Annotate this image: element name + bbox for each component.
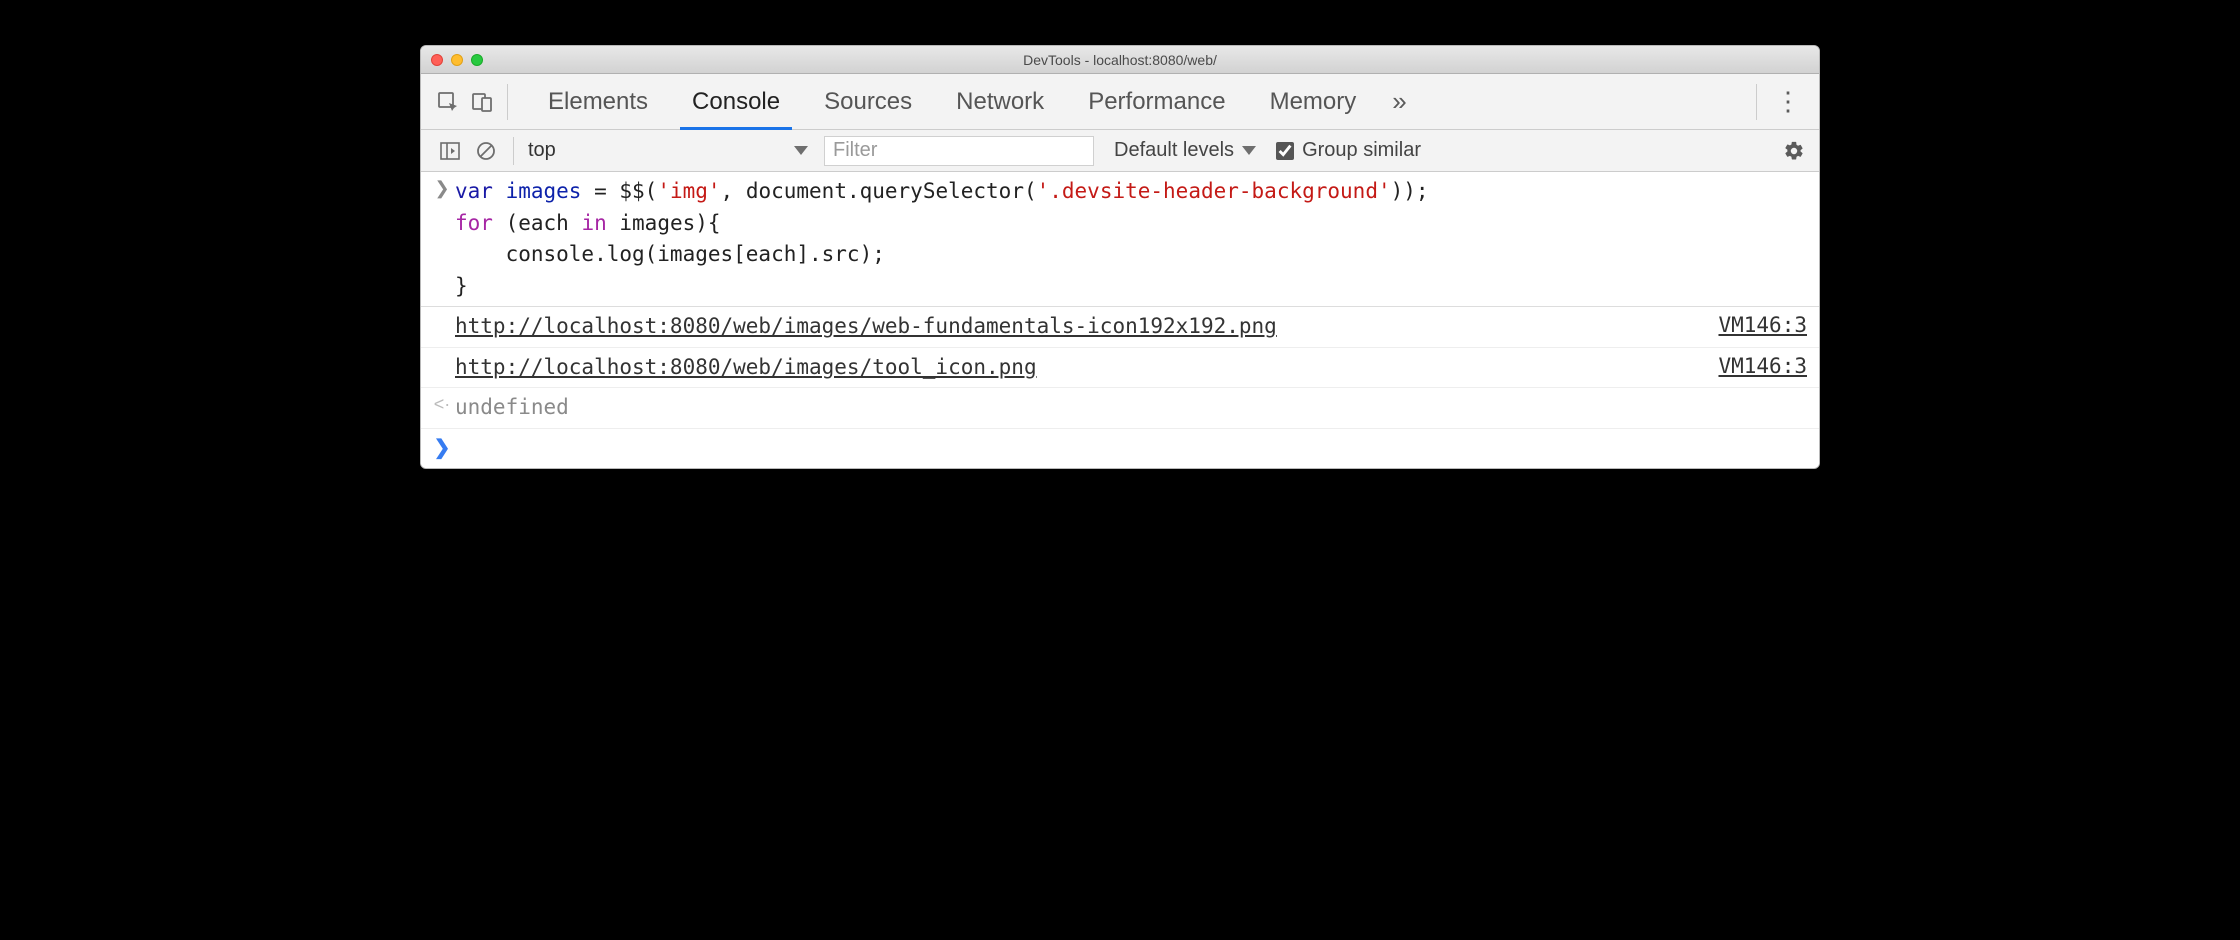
inspect-element-icon[interactable] (433, 87, 463, 117)
more-tabs-button[interactable]: » (1378, 86, 1420, 117)
console-log-row: http://localhost:8080/web/images/web-fun… (421, 307, 1819, 348)
console-input-echo: ❯ var images = $$('img', document.queryS… (421, 172, 1819, 307)
tab-console[interactable]: Console (670, 74, 802, 129)
input-marker-icon: ❯ (429, 176, 455, 199)
panel-tabs: Elements Console Sources Network Perform… (508, 74, 1421, 129)
prompt-icon: ❯ (429, 433, 455, 460)
close-window-button[interactable] (431, 54, 443, 66)
filter-input[interactable] (824, 136, 1094, 166)
toggle-sidebar-icon[interactable] (435, 136, 465, 166)
dropdown-icon (794, 146, 808, 155)
execution-context-selector[interactable]: top (518, 136, 818, 166)
group-similar-label: Group similar (1302, 139, 1421, 162)
result-marker-icon: <· (429, 392, 455, 415)
code-block[interactable]: var images = $$('img', document.querySel… (455, 176, 1807, 302)
devtools-window: DevTools - localhost:8080/web/ Elements … (420, 45, 1820, 469)
traffic-lights (421, 54, 483, 66)
tab-memory[interactable]: Memory (1248, 74, 1379, 129)
dropdown-icon (1242, 146, 1256, 155)
main-tab-strip: Elements Console Sources Network Perform… (421, 74, 1819, 130)
minimize-window-button[interactable] (451, 54, 463, 66)
group-similar-checkbox[interactable] (1276, 142, 1294, 160)
result-value: undefined (455, 392, 1807, 424)
console-input[interactable] (455, 433, 1807, 465)
window-title: DevTools - localhost:8080/web/ (421, 52, 1819, 68)
levels-label: Default levels (1114, 139, 1234, 162)
inspect-tools (427, 84, 508, 120)
group-similar-toggle[interactable]: Group similar (1276, 139, 1421, 162)
tab-elements[interactable]: Elements (526, 74, 670, 129)
console-prompt-row[interactable]: ❯ (421, 429, 1819, 469)
fullscreen-window-button[interactable] (471, 54, 483, 66)
device-toggle-icon[interactable] (467, 87, 497, 117)
clear-console-icon[interactable] (471, 136, 501, 166)
console-result-row: <· undefined (421, 388, 1819, 429)
log-levels-selector[interactable]: Default levels (1114, 139, 1256, 162)
logged-url-link[interactable]: http://localhost:8080/web/images/tool_ic… (455, 355, 1037, 379)
tab-sources[interactable]: Sources (802, 74, 934, 129)
tab-network[interactable]: Network (934, 74, 1066, 129)
tab-performance[interactable]: Performance (1066, 74, 1247, 129)
window-titlebar: DevTools - localhost:8080/web/ (421, 46, 1819, 74)
source-location-link[interactable]: VM146:3 (1718, 311, 1807, 337)
context-label: top (528, 139, 556, 162)
console-log-row: http://localhost:8080/web/images/tool_ic… (421, 348, 1819, 389)
console-output: ❯ var images = $$('img', document.queryS… (421, 172, 1819, 468)
settings-menu-button[interactable]: ⋮ (1763, 86, 1813, 117)
source-location-link[interactable]: VM146:3 (1718, 352, 1807, 378)
logged-url-link[interactable]: http://localhost:8080/web/images/web-fun… (455, 314, 1277, 338)
console-toolbar: top Default levels Group similar (421, 130, 1819, 172)
console-settings-icon[interactable] (1783, 136, 1813, 166)
